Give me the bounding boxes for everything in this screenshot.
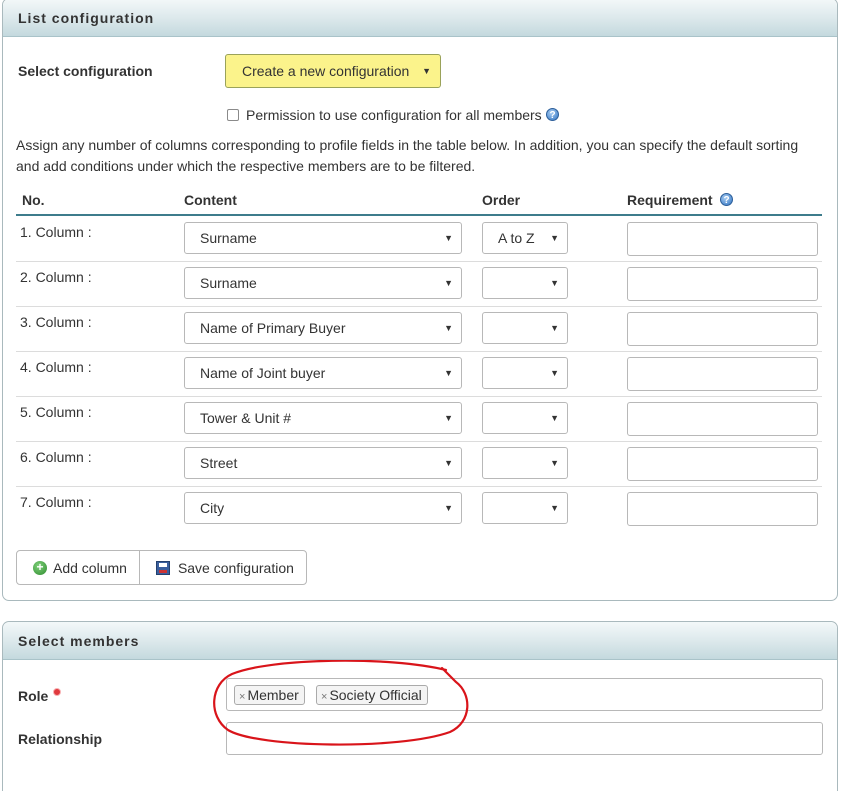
column-label: 5. Column : bbox=[20, 404, 92, 420]
requirement-input[interactable] bbox=[627, 312, 818, 346]
config-button-group: + Add column Save configuration bbox=[16, 550, 307, 585]
order-select-value: A to Z bbox=[498, 230, 535, 246]
column-label: 2. Column : bbox=[20, 269, 92, 285]
content-select[interactable]: Surname ▼ bbox=[184, 267, 462, 299]
content-select-value: Street bbox=[200, 455, 238, 471]
add-column-label: Add column bbox=[53, 559, 127, 576]
caret-down-icon: ▼ bbox=[550, 233, 559, 243]
header-requirement: Requirement bbox=[627, 192, 713, 208]
caret-down-icon: ▼ bbox=[444, 413, 453, 423]
save-configuration-label: Save configuration bbox=[177, 559, 294, 576]
content-select[interactable]: Tower & Unit # ▼ bbox=[184, 402, 462, 434]
caret-down-icon: ▼ bbox=[444, 278, 453, 288]
row-divider bbox=[16, 396, 822, 397]
configuration-select[interactable]: Create a new configuration ▼ bbox=[225, 54, 441, 88]
order-select[interactable]: ▼ bbox=[482, 447, 568, 479]
content-select-value: Name of Primary Buyer bbox=[200, 320, 346, 336]
row-divider bbox=[16, 441, 822, 442]
caret-down-icon: ▼ bbox=[444, 323, 453, 333]
header-no: No. bbox=[22, 192, 45, 208]
content-select-value: Surname bbox=[200, 275, 257, 291]
plus-circle-icon: + bbox=[33, 560, 47, 575]
role-tag-label: Member bbox=[247, 687, 299, 703]
add-column-button[interactable]: + Add column bbox=[17, 551, 139, 584]
requirement-input[interactable] bbox=[627, 492, 818, 526]
content-select-value: Tower & Unit # bbox=[200, 410, 292, 426]
caret-down-icon: ▼ bbox=[550, 323, 559, 333]
caret-down-icon: ▼ bbox=[550, 368, 559, 378]
content-select[interactable]: City ▼ bbox=[184, 492, 462, 524]
relationship-multiselect[interactable] bbox=[226, 722, 823, 755]
caret-down-icon: ▼ bbox=[550, 278, 559, 288]
description-text: Assign any number of columns correspondi… bbox=[16, 137, 799, 174]
content-select-value: City bbox=[200, 500, 225, 516]
order-select[interactable]: ▼ bbox=[482, 312, 568, 344]
content-select[interactable]: Street ▼ bbox=[184, 447, 462, 479]
caret-down-icon: ▼ bbox=[550, 503, 559, 513]
column-label: 4. Column : bbox=[20, 359, 92, 375]
row-divider bbox=[16, 351, 822, 352]
order-select[interactable]: ▼ bbox=[482, 357, 568, 389]
relationship-label: Relationship bbox=[18, 731, 103, 747]
row-divider bbox=[16, 261, 822, 262]
requirement-input[interactable] bbox=[627, 402, 818, 436]
column-label: 1. Column : bbox=[20, 224, 92, 240]
header-content: Content bbox=[184, 192, 237, 208]
order-select[interactable]: A to Z ▼ bbox=[482, 222, 568, 254]
role-tag-member: × Member bbox=[234, 685, 305, 705]
panel-title: List configuration bbox=[18, 10, 155, 26]
help-icon[interactable]: ? bbox=[546, 108, 559, 121]
header-order: Order bbox=[482, 192, 521, 208]
remove-tag-icon[interactable]: × bbox=[239, 691, 245, 703]
caret-down-icon: ▼ bbox=[444, 368, 453, 378]
remove-tag-icon[interactable]: × bbox=[321, 691, 327, 703]
caret-down-icon: ▼ bbox=[444, 458, 453, 468]
panel-header: Select members bbox=[3, 622, 837, 660]
caret-down-icon: ▼ bbox=[422, 66, 431, 76]
required-indicator-icon bbox=[53, 688, 61, 696]
caret-down-icon: ▼ bbox=[550, 458, 559, 468]
save-configuration-button[interactable]: Save configuration bbox=[138, 551, 306, 584]
row-divider bbox=[16, 306, 822, 307]
content-select[interactable]: Name of Primary Buyer ▼ bbox=[184, 312, 462, 344]
column-label: 3. Column : bbox=[20, 314, 92, 330]
caret-down-icon: ▼ bbox=[444, 503, 453, 513]
column-label: 6. Column : bbox=[20, 449, 92, 465]
configuration-select-value: Create a new configuration bbox=[242, 63, 410, 79]
permission-checkbox[interactable] bbox=[227, 109, 239, 121]
caret-down-icon: ▼ bbox=[550, 413, 559, 423]
select-configuration-label: Select configuration bbox=[18, 63, 153, 79]
role-tag-label: Society Official bbox=[329, 687, 422, 703]
content-select[interactable]: Surname ▼ bbox=[184, 222, 462, 254]
panel-title: Select members bbox=[18, 633, 140, 649]
panel-header: List configuration bbox=[3, 0, 837, 37]
order-select[interactable]: ▼ bbox=[482, 402, 568, 434]
requirement-input[interactable] bbox=[627, 222, 818, 256]
caret-down-icon: ▼ bbox=[444, 233, 453, 243]
order-select[interactable]: ▼ bbox=[482, 267, 568, 299]
order-select[interactable]: ▼ bbox=[482, 492, 568, 524]
role-label: Role bbox=[18, 688, 49, 704]
requirement-input[interactable] bbox=[627, 267, 818, 301]
role-tag-society-official: × Society Official bbox=[316, 685, 428, 705]
content-select-value: Name of Joint buyer bbox=[200, 365, 326, 381]
help-icon[interactable]: ? bbox=[720, 193, 733, 206]
column-label: 7. Column : bbox=[20, 494, 92, 510]
floppy-disk-icon bbox=[155, 560, 170, 575]
row-divider bbox=[16, 486, 822, 487]
content-select[interactable]: Name of Joint buyer ▼ bbox=[184, 357, 462, 389]
content-select-value: Surname bbox=[200, 230, 257, 246]
permission-label: Permission to use configuration for all … bbox=[246, 107, 542, 123]
requirement-input[interactable] bbox=[627, 357, 818, 391]
requirement-input[interactable] bbox=[627, 447, 818, 481]
header-rule bbox=[16, 214, 822, 216]
